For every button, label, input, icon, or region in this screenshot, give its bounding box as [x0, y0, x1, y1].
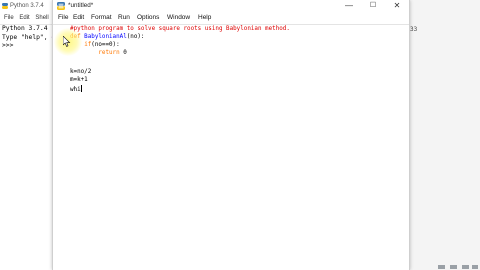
menu-format[interactable]: Format [91, 12, 112, 24]
close-icon[interactable]: ✕ [387, 0, 407, 12]
menu-options[interactable]: Options [137, 12, 159, 24]
editor-menubar: File Edit Format Run Options Window Help [53, 12, 409, 25]
taskbar-tray-icons [438, 265, 478, 269]
shell-titlebar[interactable]: Python 3.7.4 [0, 0, 60, 12]
text-caret [80, 85, 82, 92]
minimize-icon[interactable]: — [339, 0, 359, 12]
shell-menu-file[interactable]: File [4, 15, 14, 21]
shell-menu-edit[interactable]: Edit [19, 15, 29, 21]
python-idle-icon [2, 3, 8, 9]
editor-window[interactable]: *untitled* — ☐ ✕ File Edit Format Run Op… [52, 0, 410, 270]
editor-title: *untitled* [68, 2, 94, 9]
editor-titlebar[interactable]: *untitled* — ☐ ✕ [53, 0, 409, 12]
code-line-k: k=no/2 [70, 69, 92, 75]
python-idle-icon [57, 2, 65, 10]
mouse-pointer-icon [63, 36, 71, 47]
menu-run[interactable]: Run [118, 12, 130, 24]
code-editor[interactable]: #python program to solve square roots us… [70, 25, 400, 265]
maximize-icon[interactable]: ☐ [363, 0, 383, 12]
menu-edit[interactable]: Edit [73, 12, 84, 24]
menu-window[interactable]: Window [167, 12, 190, 24]
code-line-comment: #python program to solve square roots us… [70, 26, 290, 32]
menu-file[interactable]: File [58, 12, 68, 24]
shell-title: Python 3.7.4 [10, 3, 44, 9]
shell-menubar: File Edit Shell [0, 12, 60, 25]
code-line-while: whi [70, 85, 82, 93]
shell-version-fragment: 33 [410, 26, 418, 33]
shell-menu-shell[interactable]: Shell [35, 15, 48, 21]
code-line-m: m=k+1 [70, 77, 88, 83]
shell-window-right [409, 0, 480, 270]
menu-help[interactable]: Help [198, 12, 211, 24]
